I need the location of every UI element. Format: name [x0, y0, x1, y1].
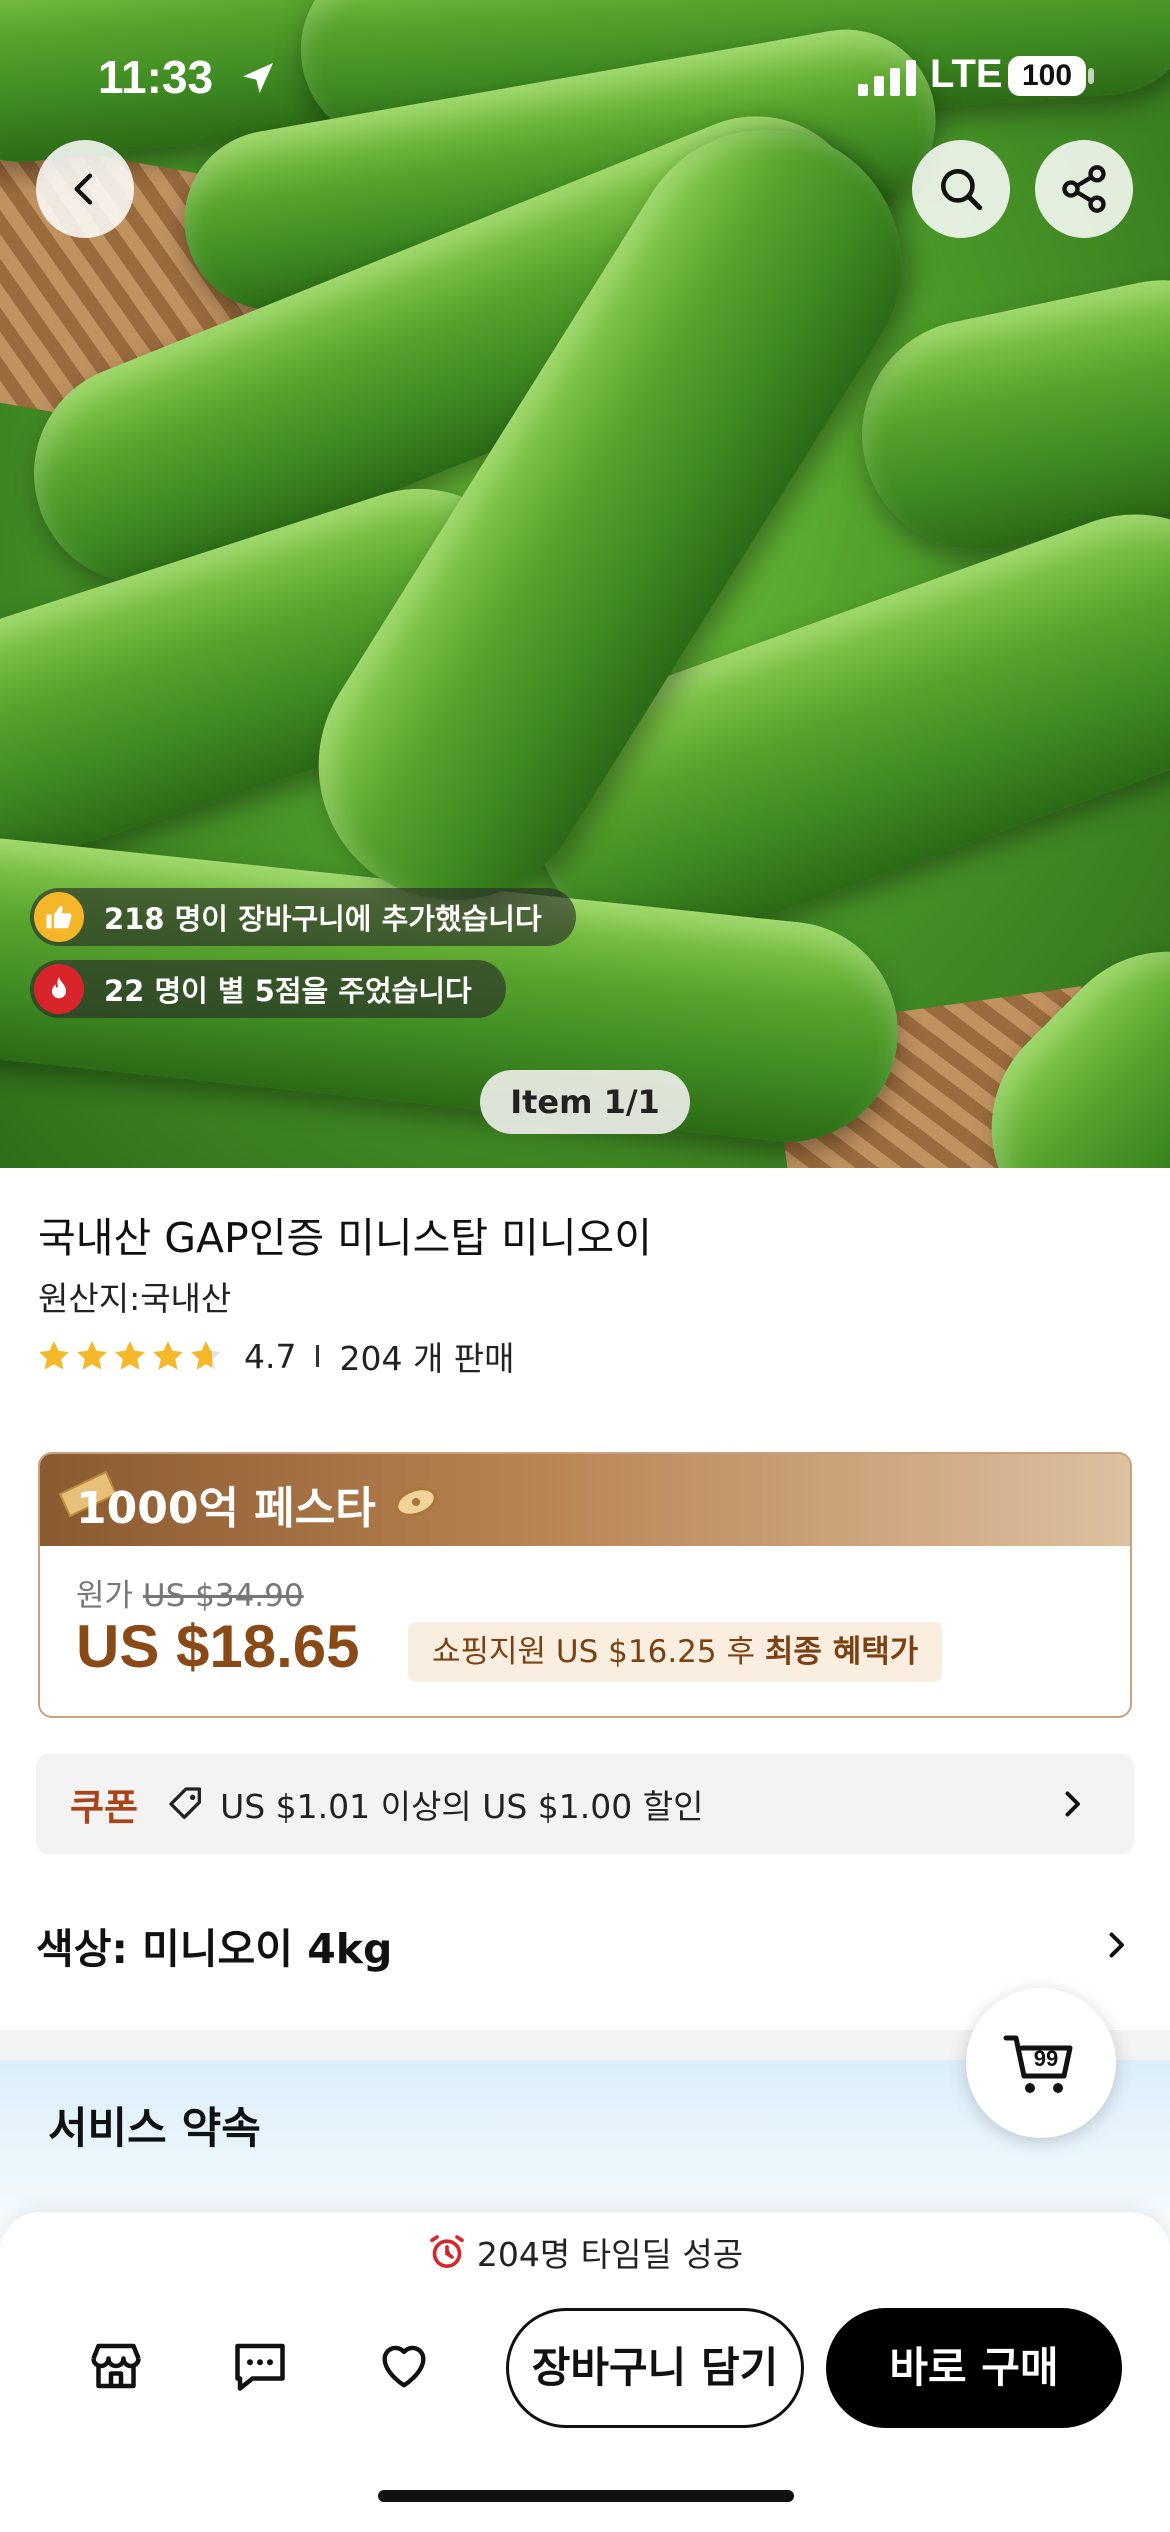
product-origin: 원산지:국내산: [38, 1279, 232, 1318]
heart-icon: [382, 2345, 426, 2388]
social-proof-rating: 22 명이 별 5점을 주었습니다: [30, 960, 506, 1018]
coupon-label: 쿠폰: [70, 1786, 139, 1829]
festa-title: 1000억 페스타: [76, 1483, 376, 1534]
chat-icon: [235, 2343, 285, 2391]
timedeal-banner: 204명 타임딜 성공: [0, 2228, 1170, 2280]
original-price-row: 원가 US $34.90: [76, 1570, 304, 1615]
chat-button[interactable]: [224, 2330, 296, 2402]
star-half-icon: [191, 1341, 221, 1370]
sale-price: US $18.65: [76, 1613, 360, 1680]
product-title: 국내산 GAP인증 미니스탑 미니오이: [38, 1214, 652, 1262]
subsidy-badge: 쇼핑지원 US $16.25 후 최종 혜택가: [408, 1622, 943, 1682]
subsidy-text: 쇼핑지원 US $16.25 후: [432, 1634, 765, 1670]
coupon-row[interactable]: 쿠폰 US $1.01 이상의 US $1.00 할인: [36, 1754, 1134, 1854]
fire-icon: [34, 964, 84, 1014]
rating-row[interactable]: 4.7 204 개 판매: [36, 1332, 515, 1380]
tag-icon: [169, 1787, 202, 1819]
subsidy-highlight: 최종 혜택가: [764, 1634, 919, 1670]
coin-icon: [395, 1487, 437, 1517]
color-option-label: 색상: 미니오이 4kg: [36, 1925, 393, 1973]
service-title: 서비스 약속: [48, 2104, 261, 2154]
back-button[interactable]: [36, 140, 134, 238]
original-price-label: 원가: [76, 1578, 134, 1614]
cart-icon: 99: [1003, 2035, 1073, 2093]
social-proof-rating-text: 22 명이 별 5점을 주었습니다: [104, 974, 472, 1008]
share-button[interactable]: [1035, 140, 1133, 238]
coupon-text: US $1.01 이상의 US $1.00 할인: [220, 1787, 704, 1826]
original-price: US $34.90: [142, 1578, 304, 1614]
timedeal-text: 204명 타임딜 성공: [476, 2235, 744, 2274]
cart-count: 99: [1034, 2046, 1058, 2071]
battery-tip: [1088, 68, 1094, 84]
cart-floating-button[interactable]: 99: [966, 1988, 1116, 2138]
thumbs-up-icon: [34, 892, 84, 942]
star-icon: [77, 1341, 107, 1370]
wishlist-button[interactable]: [368, 2330, 440, 2402]
alarm-clock-icon: [430, 2235, 464, 2268]
location-arrow-icon: [243, 63, 273, 93]
signal-icon: [858, 60, 916, 96]
social-proof-cart-text: 218 명이 장바구니에 추가했습니다: [104, 902, 542, 936]
home-indicator: [378, 2490, 794, 2502]
chevron-right-icon: [1065, 1791, 1080, 1817]
sold-count: 204 개 판매: [339, 1339, 515, 1378]
battery-icon: 100: [1008, 56, 1086, 96]
rating-value: 4.7: [244, 1336, 297, 1376]
status-time: 11:33: [98, 51, 214, 103]
chevron-left-icon: [74, 173, 93, 205]
color-option-row[interactable]: 색상: 미니오이 4kg: [36, 1900, 1134, 1990]
search-icon: [941, 169, 983, 211]
festa-header: 1000억 페스타: [40, 1454, 1130, 1546]
festa-price-box: 1000억 페스타 원가 US $34.90 US $18.65 쇼핑지원 US…: [38, 1452, 1132, 1718]
search-button[interactable]: [912, 140, 1010, 238]
store-button[interactable]: [80, 2330, 152, 2402]
divider: [316, 1345, 320, 1367]
share-icon: [1062, 165, 1106, 213]
status-bar: 11:33 LTE 100: [0, 0, 1170, 150]
social-proof-cart: 218 명이 장바구니에 추가했습니다: [30, 888, 576, 946]
add-to-cart-button[interactable]: 장바구니 담기: [506, 2308, 804, 2428]
star-icon: [39, 1341, 69, 1370]
buy-now-button[interactable]: 바로 구매: [826, 2308, 1122, 2428]
star-icon: [115, 1341, 145, 1370]
store-icon: [91, 2343, 141, 2389]
rating-stars: [36, 1338, 224, 1374]
network-label: LTE: [930, 52, 1003, 96]
image-counter: Item 1/1: [480, 1070, 690, 1134]
chevron-right-icon: [1109, 1932, 1124, 1958]
star-icon: [153, 1341, 183, 1370]
